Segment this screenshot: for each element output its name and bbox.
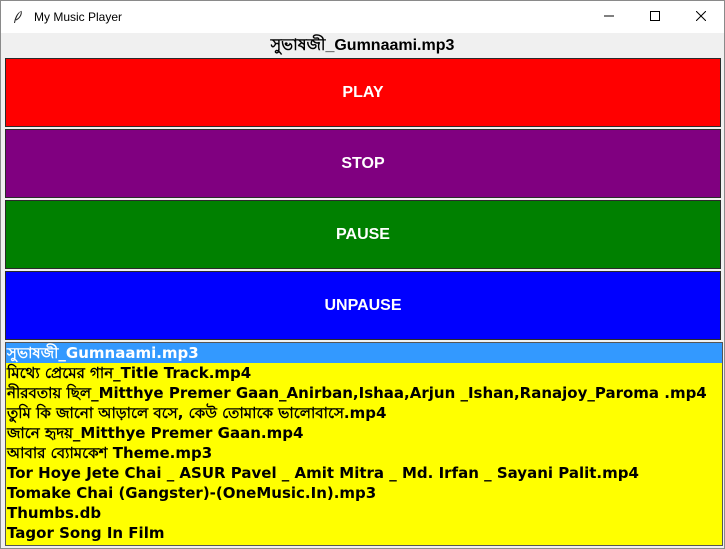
stop-button[interactable]: STOP bbox=[5, 129, 721, 198]
minimize-button[interactable] bbox=[586, 1, 632, 33]
playlist-item[interactable]: Thumbs.db bbox=[6, 503, 722, 523]
unpause-button[interactable]: UNPAUSE bbox=[5, 271, 721, 340]
play-button[interactable]: PLAY bbox=[5, 58, 721, 127]
playlist-box[interactable]: সুভাষজী_Gumnaami.mp3 মিথ্যে প্রেমের গান_T… bbox=[5, 342, 723, 546]
window-title: My Music Player bbox=[34, 10, 123, 24]
playlist-item[interactable]: Tomake Chai (Gangster)-(OneMusic.In).mp3 bbox=[6, 483, 722, 503]
playlist-item[interactable]: নীরবতায় ছিল_Mitthye Premer Gaan_Anirban… bbox=[6, 383, 722, 403]
playlist-item[interactable]: Tagor Song In Film bbox=[6, 523, 722, 543]
maximize-button[interactable] bbox=[632, 1, 678, 33]
close-icon bbox=[695, 8, 707, 26]
title-bar[interactable]: My Music Player bbox=[1, 1, 724, 33]
now-playing-label: সুভাষজী_Gumnaami.mp3 bbox=[1, 33, 724, 57]
playlist-item[interactable]: মিথ্যে প্রেমের গান_Title Track.mp4 bbox=[6, 363, 722, 383]
pause-button[interactable]: PAUSE bbox=[5, 200, 721, 269]
app-window: My Music Player সুভাষজী_Gumnaami.mp3 PLA… bbox=[0, 0, 725, 549]
maximize-icon bbox=[650, 8, 660, 26]
playlist-item[interactable]: আবার ব্যোমকেশ Theme.mp3 bbox=[6, 443, 722, 463]
feather-icon bbox=[11, 10, 25, 24]
playlist-item[interactable]: জানে হৃদয়_Mitthye Premer Gaan.mp4 bbox=[6, 423, 722, 443]
playlist-item[interactable]: তুমি কি জানো আড়ালে বসে, কেউ তোমাকে ভালো… bbox=[6, 403, 722, 423]
window-controls bbox=[586, 1, 724, 33]
playlist-item[interactable]: সুভাষজী_Gumnaami.mp3 bbox=[6, 343, 722, 363]
minimize-icon bbox=[604, 8, 614, 26]
playlist-item[interactable]: Tor Hoye Jete Chai _ ASUR Pavel _ Amit M… bbox=[6, 463, 722, 483]
close-button[interactable] bbox=[678, 1, 724, 33]
